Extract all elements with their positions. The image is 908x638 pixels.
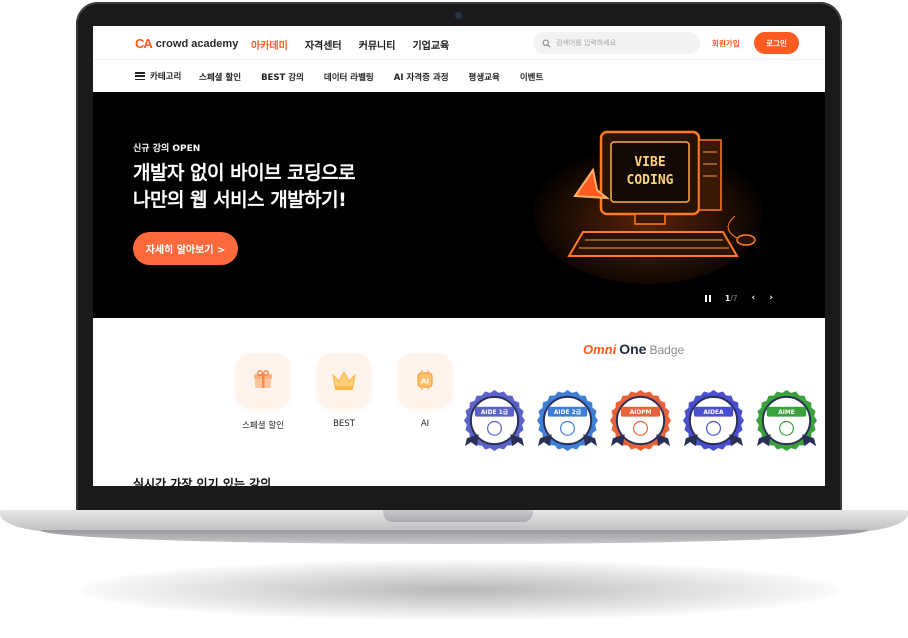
subnav-item-best[interactable]: BEST 강의 [261, 71, 304, 83]
badge-label: AIME [778, 410, 795, 416]
onebadge-logo: Omni One Badge [583, 341, 684, 357]
nav-academy[interactable]: 아카데미 [251, 37, 288, 52]
subnav-item-event[interactable]: 이벤트 [520, 71, 543, 83]
badge-list: AIDE 1급 AIDE 2급 AIDPM AIDEA AIME [463, 389, 818, 452]
main-nav: 아카데미 자격센터 커뮤니티 기업교육 [251, 37, 449, 52]
screen: CA crowd academy 아카데미 자격센터 커뮤니티 기업교육 회원가… [93, 26, 825, 486]
hero-title-line2: 나만의 웹 서비스 개발하기! [133, 189, 347, 211]
certification-badge[interactable]: AIME [755, 389, 818, 452]
onebadge-section: Omni One Badge AIDE 1급 AIDE 2급 AIDPM AIDEA A… [458, 331, 823, 471]
svg-text:AI: AI [421, 378, 429, 386]
subnav-item-lifelong[interactable]: 평생교육 [469, 71, 500, 83]
search-icon [542, 39, 551, 47]
logo-mark: CA [135, 36, 153, 51]
camera-icon [455, 12, 462, 19]
badge-label: AIDPM [630, 410, 652, 416]
category-menu[interactable]: 카테고리 [135, 70, 181, 82]
login-button[interactable]: 로그인 [754, 32, 799, 54]
quick-menu-best[interactable]: BEST [317, 353, 371, 431]
ai-chip-icon: AI [398, 353, 452, 407]
hero-kicker: 신규 강의 OPEN [133, 144, 201, 154]
site-logo[interactable]: CA crowd academy [135, 36, 238, 51]
badge-label: AIDEA [703, 410, 724, 416]
certification-badge[interactable]: AIDE 1급 [463, 389, 526, 452]
crown-icon [317, 353, 371, 407]
badge-label: AIDE 2급 [554, 408, 582, 416]
badge-label: AIDE 1급 [481, 408, 509, 416]
laptop-base-notch [383, 510, 533, 522]
section-title-popular: 실시간 가장 인기 있는 강의 [133, 477, 272, 486]
top-header: CA crowd academy 아카데미 자격센터 커뮤니티 기업교육 회원가… [93, 26, 825, 59]
quick-menu-label: AI [420, 419, 430, 429]
search-input[interactable] [556, 39, 686, 47]
quick-menu-label: 스페셜 할인 [242, 421, 284, 431]
menu-icon [135, 72, 145, 80]
hero-banner[interactable]: 신규 강의 OPEN 개발자 없이 바이브 코딩으로 나만의 웹 서비스 개발하… [93, 92, 825, 318]
category-label: 카테고리 [150, 72, 182, 82]
logo-text: crowd academy [155, 37, 239, 50]
certification-badge[interactable]: AIDE 2급 [536, 389, 599, 452]
hero-learn-more-button[interactable]: 자세히 알아보기 > [133, 232, 238, 265]
quick-menu: 스페셜 할인 BEST AI AI [236, 353, 452, 431]
pager-total: /7 [730, 293, 738, 303]
laptop-mockup: CA crowd academy 아카데미 자격센터 커뮤니티 기업교육 회원가… [0, 0, 908, 638]
onebadge-logo-badge: Badge [649, 343, 685, 357]
quick-menu-label: BEST [333, 419, 355, 429]
laptop-base-bottom [40, 530, 868, 544]
signup-link[interactable]: 회원가입 [712, 38, 740, 49]
floor-shadow [80, 560, 840, 620]
art-text-coding: CODING [627, 173, 674, 188]
carousel-controls: 1/7 ‹ › [705, 293, 773, 303]
subnav-item-ai-cert[interactable]: AI 자격증 과정 [394, 71, 449, 83]
nav-corporate[interactable]: 기업교육 [412, 37, 449, 52]
certification-badge[interactable]: AIDEA [682, 389, 745, 452]
quick-menu-special-sale[interactable]: 스페셜 할인 [236, 353, 290, 431]
pause-icon[interactable] [705, 294, 711, 302]
vibe-coding-computer-illustration: VIBE CODING [533, 130, 763, 284]
hero-title: 개발자 없이 바이브 코딩으로 나만의 웹 서비스 개발하기! [133, 160, 356, 214]
chevron-left-icon[interactable]: ‹ [752, 293, 756, 303]
subnav-item-data-labeling[interactable]: 데이터 라벨링 [324, 71, 374, 83]
subnav-item-special-sale[interactable]: 스페셜 할인 [199, 71, 241, 83]
search-box[interactable] [533, 32, 700, 54]
onebadge-logo-mark: Omni [583, 342, 617, 357]
hero-title-line1: 개발자 없이 바이브 코딩으로 [133, 162, 356, 184]
sub-nav-items: 스페셜 할인 BEST 강의 데이터 라벨링 AI 자격증 과정 평생교육 이벤… [199, 71, 543, 83]
certification-badge[interactable]: AIDPM [609, 389, 672, 452]
nav-community[interactable]: 커뮤니티 [359, 37, 396, 52]
sub-nav: 카테고리 스페셜 할인 BEST 강의 데이터 라벨링 AI 자격증 과정 평생… [93, 59, 825, 92]
quick-menu-ai[interactable]: AI AI [398, 353, 452, 431]
onebadge-logo-one: One [619, 341, 647, 357]
carousel-pager: 1/7 [725, 294, 738, 303]
gift-box-icon [236, 353, 290, 407]
nav-certification[interactable]: 자격센터 [305, 37, 342, 52]
art-text-vibe: VIBE [634, 155, 665, 170]
chevron-right-icon[interactable]: › [769, 293, 773, 303]
